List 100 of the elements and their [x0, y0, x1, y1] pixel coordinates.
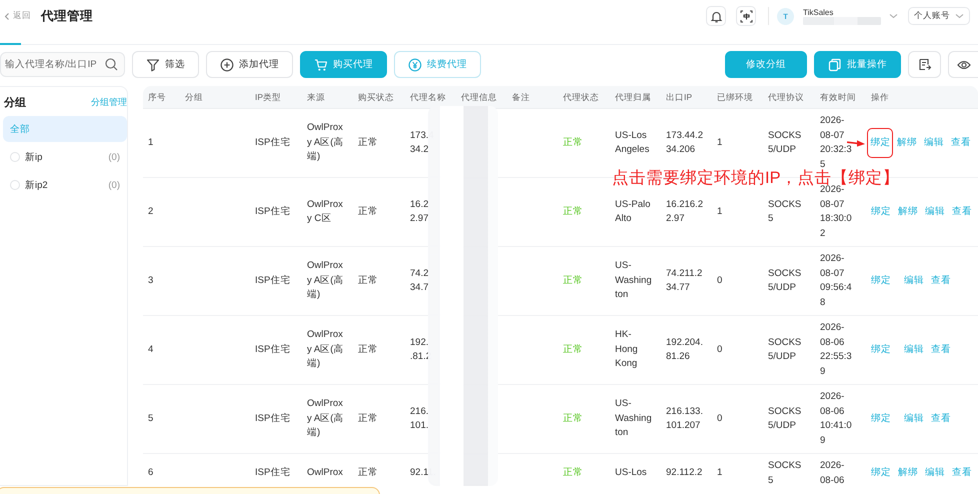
edit-link[interactable]: 编辑 [924, 136, 944, 150]
table-cell-text: OwlProxy A区(高端) [307, 397, 344, 440]
column-header: 序号 [148, 90, 167, 104]
account-dropdown[interactable]: 个人账号 [908, 7, 970, 25]
back-link[interactable]: 返回 [4, 10, 31, 22]
unbind-link[interactable]: 解绑 [898, 466, 918, 481]
column-header: 代理名称 [410, 90, 447, 104]
search-icon [105, 58, 118, 71]
group-item[interactable]: 新ip (0) [3, 144, 127, 170]
view-link[interactable]: 查看 [950, 136, 971, 150]
table-cell-text: SOCKS5/UDP [768, 404, 802, 433]
radio-button[interactable] [10, 152, 20, 162]
renew-proxy-button[interactable]: 续费代理 [394, 51, 481, 78]
radio-button[interactable] [10, 180, 20, 190]
view-link[interactable]: 查看 [931, 274, 951, 288]
table-cell-text: 正常 [358, 466, 379, 480]
table-cell-text: OwlProxy A区(高端) [307, 259, 344, 302]
table-cell-text: 92.112.2 [666, 466, 704, 480]
column-header: 代理归属 [615, 90, 652, 104]
table-cell-text: 16.216.22.97 [666, 198, 704, 226]
column-header: 操作 [871, 90, 890, 104]
table-cell-text: 2026-08-07 18:30:02 [820, 184, 852, 240]
table-cell-text: ISP住宅 [255, 204, 292, 219]
table-cell-text: US-Los Angeles [615, 128, 650, 157]
view-link[interactable]: 查看 [952, 466, 972, 481]
edit-link[interactable]: 编辑 [904, 342, 924, 358]
tab-underline [0, 43, 21, 45]
table-cell-text: 1 [717, 136, 724, 150]
table-cell-text: 正常 [358, 136, 379, 150]
column-header: 代理信息 [461, 90, 498, 104]
change-group-button[interactable]: 修改分组 [725, 51, 807, 78]
scan-button[interactable] [736, 6, 756, 26]
unbind-link[interactable]: 解绑 [898, 204, 918, 220]
bind-link[interactable]: 绑定 [871, 412, 891, 426]
unbind-link[interactable]: 解绑 [896, 136, 917, 150]
table-cell-text: 16.2 2.97 [410, 198, 430, 226]
scan-icon [740, 10, 752, 22]
edit-link[interactable]: 编辑 [904, 412, 924, 426]
table-cell-text: OwlProxy A区(高端) [307, 121, 344, 164]
page-title: 代理管理 [41, 8, 93, 24]
edit-link[interactable]: 编辑 [925, 466, 945, 481]
batch-operation-button[interactable]: 批量操作 [814, 51, 901, 78]
group-manage-link[interactable]: 分组管理 [91, 96, 127, 109]
export-button[interactable] [908, 51, 941, 78]
add-proxy-button[interactable]: 添加代理 [206, 51, 293, 78]
table-cell-text: 3 [148, 274, 154, 288]
table-cell-text: 正常 [358, 412, 379, 426]
status-text: 正常 [563, 136, 584, 150]
column-header: 有效时间 [820, 90, 857, 104]
notification-button[interactable] [706, 6, 726, 26]
table-cell-text: OwlProxy A区(高端) [307, 328, 344, 372]
view-link[interactable]: 查看 [931, 412, 951, 426]
table-cell-text: 2026-08-06 10:41:09 [820, 390, 853, 448]
column-header: 购买状态 [358, 90, 395, 104]
group-item[interactable]: 新ip2 (0) [3, 172, 127, 198]
bind-link[interactable]: 绑定 [871, 342, 891, 358]
bell-icon [710, 10, 722, 22]
document-icon [918, 58, 932, 72]
edit-link[interactable]: 编辑 [904, 274, 924, 288]
column-header: 已绑环境 [717, 90, 754, 104]
group-item[interactable]: 全部 [3, 116, 127, 142]
bind-link[interactable]: 绑定 [871, 466, 891, 481]
search-field[interactable]: 输入代理名称/出口IP [0, 52, 125, 77]
column-header: 出口IP [666, 90, 694, 104]
table-cell-text: US-Washington [615, 259, 653, 302]
table-cell-text: OwlProxy C区 [307, 198, 344, 226]
bind-link[interactable]: 绑定 [871, 204, 891, 220]
table-cell-text: US-Los [615, 466, 648, 480]
table-cell-text: SOCKS5/UDP [768, 128, 802, 157]
table-cell-text: 0 [717, 342, 724, 357]
status-text: 正常 [563, 412, 584, 426]
view-link[interactable]: 查看 [931, 342, 951, 358]
column-header: 来源 [307, 90, 326, 104]
bind-link[interactable]: 绑定 [871, 274, 891, 288]
edit-link[interactable]: 编辑 [925, 204, 945, 220]
column-header: 分组 [185, 90, 204, 104]
table-cell-text: 1 [717, 204, 724, 219]
table-cell-text: 192.204.81.26 [666, 336, 704, 364]
column-header: 代理状态 [563, 90, 600, 104]
table-cell-text: US-Washington [615, 397, 653, 440]
table-cell-text: 2026-08-07 09:56:48 [820, 252, 853, 310]
buy-proxy-button[interactable]: 购买代理 [300, 51, 387, 78]
group-count: (0) [108, 152, 120, 162]
status-text: 正常 [563, 274, 584, 288]
view-link[interactable]: 查看 [952, 204, 972, 220]
table-cell-text: ISP住宅 [255, 342, 292, 357]
chevron-down-icon [955, 13, 964, 19]
table-cell-text: 74.211.234.77 [666, 266, 704, 295]
table-cell-text: ISP住宅 [255, 466, 292, 480]
annotation-text: 点击需要绑定环境的IP，点击【绑定】 [612, 170, 900, 186]
table-cell-text: 92.11. [410, 466, 437, 480]
table-cell-text: 2026-08-06 [820, 459, 846, 486]
group-count: (0) [108, 180, 120, 190]
table-cell-text: 192. .81.2 [410, 336, 432, 364]
view-toggle-button[interactable] [948, 51, 978, 78]
table-cell-text: 2026-08-06 22:55:39 [820, 321, 853, 378]
bind-link[interactable]: 绑定 [867, 128, 894, 158]
table-cell-text: 6 [148, 466, 154, 480]
filter-button[interactable]: 筛选 [132, 51, 199, 78]
table-cell-text: 0 [717, 412, 724, 426]
